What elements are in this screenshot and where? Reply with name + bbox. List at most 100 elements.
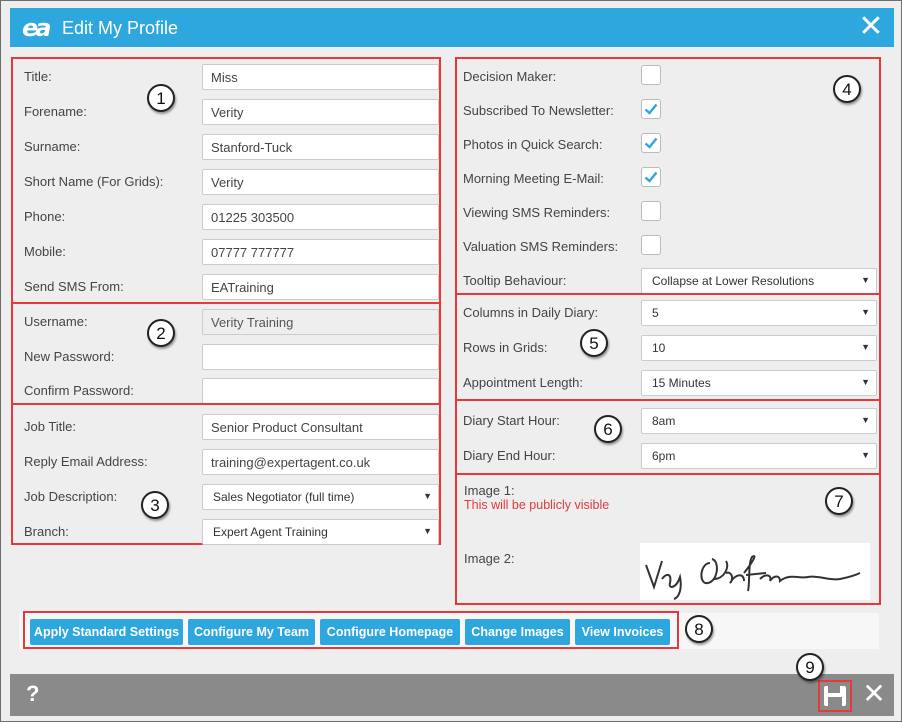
image1-label: Image 1:	[464, 483, 515, 498]
forename-field[interactable]	[202, 99, 439, 125]
chevron-down-icon: ▼	[861, 450, 870, 460]
chevron-down-icon: ▼	[861, 415, 870, 425]
configure-my-team-button[interactable]: Configure My Team	[188, 619, 315, 645]
mobile-field[interactable]	[202, 239, 439, 265]
new-password-field[interactable]	[202, 344, 439, 370]
checkmark-icon	[644, 103, 658, 115]
branch-select[interactable]: Expert Agent Training ▼	[202, 519, 439, 545]
title-field[interactable]	[202, 64, 439, 90]
reply-email-field[interactable]	[202, 449, 439, 475]
diary-panel: Diary Start Hour: 8am ▼ Diary End Hour: …	[455, 399, 881, 475]
checkmark-icon	[644, 171, 658, 183]
chevron-down-icon: ▼	[423, 491, 432, 501]
chevron-down-icon: ▼	[423, 526, 432, 536]
badge-5: 5	[580, 329, 608, 357]
chevron-down-icon: ▼	[861, 377, 870, 387]
job-title-label: Job Title:	[24, 419, 77, 434]
mobile-label: Mobile:	[24, 244, 66, 259]
image2-label: Image 2:	[464, 551, 515, 566]
newsletter-checkbox[interactable]	[641, 99, 661, 119]
image1-note: This will be publicly visible	[464, 498, 610, 512]
viewing-sms-label: Viewing SMS Reminders:	[463, 205, 611, 220]
diary-start-value: 8am	[652, 414, 676, 428]
appointment-length-select[interactable]: 15 Minutes ▼	[641, 370, 877, 396]
job-description-value: Sales Negotiator (full time)	[213, 490, 355, 504]
rows-grids-select[interactable]: 10 ▼	[641, 335, 877, 361]
diary-end-label: Diary End Hour:	[463, 448, 556, 463]
send-sms-from-field[interactable]	[202, 274, 439, 300]
photos-quick-search-label: Photos in Quick Search:	[463, 137, 603, 152]
reply-email-label: Reply Email Address:	[24, 454, 148, 469]
job-description-select[interactable]: Sales Negotiator (full time) ▼	[202, 484, 439, 510]
short-name-label: Short Name (For Grids):	[24, 174, 164, 189]
viewing-sms-checkbox[interactable]	[641, 201, 661, 221]
columns-diary-select[interactable]: 5 ▼	[641, 300, 877, 326]
personal-details-panel: Title: Forename: Surname: Short Name (Fo…	[11, 57, 441, 304]
diary-start-select[interactable]: 8am ▼	[641, 408, 877, 434]
badge-2: 2	[147, 319, 175, 347]
ea-logo: ea	[22, 14, 52, 42]
action-button-bar: Apply Standard Settings Configure My Tea…	[19, 611, 879, 649]
badge-8: 8	[685, 615, 713, 643]
badge-4: 4	[833, 75, 861, 103]
signature-drawing	[645, 555, 861, 600]
change-images-button[interactable]: Change Images	[465, 619, 570, 645]
appointment-length-label: Appointment Length:	[463, 375, 583, 390]
dialog-footer: ? ✕	[10, 674, 894, 716]
chevron-down-icon: ▼	[861, 275, 870, 285]
columns-diary-value: 5	[652, 306, 659, 320]
title-bar: ea Edit My Profile ✕	[10, 8, 894, 47]
tooltip-label: Tooltip Behaviour:	[463, 273, 567, 288]
rows-grids-value: 10	[652, 341, 666, 355]
grids-panel: Columns in Daily Diary: 5 ▼ Rows in Grid…	[455, 293, 881, 401]
diary-end-select[interactable]: 6pm ▼	[641, 443, 877, 469]
appointment-length-value: 15 Minutes	[652, 376, 711, 390]
chevron-down-icon: ▼	[861, 342, 870, 352]
new-password-label: New Password:	[24, 349, 115, 364]
morning-meeting-checkbox[interactable]	[641, 167, 661, 187]
valuation-sms-checkbox[interactable]	[641, 235, 661, 255]
floppy-disk-icon	[824, 686, 846, 706]
valuation-sms-label: Valuation SMS Reminders:	[463, 239, 619, 254]
newsletter-label: Subscribed To Newsletter:	[463, 103, 614, 118]
phone-field[interactable]	[202, 204, 439, 230]
rows-grids-label: Rows in Grids:	[463, 340, 548, 355]
preferences-panel: Decision Maker: Subscribed To Newsletter…	[455, 57, 881, 295]
confirm-password-label: Confirm Password:	[24, 383, 134, 398]
view-invoices-button[interactable]: View Invoices	[575, 619, 670, 645]
job-title-field[interactable]	[202, 414, 439, 440]
phone-label: Phone:	[24, 209, 66, 224]
edit-profile-dialog: ea Edit My Profile ✕ Title: Forename: Su…	[0, 0, 902, 722]
send-sms-from-label: Send SMS From:	[24, 279, 124, 294]
title-close-icon[interactable]: ✕	[856, 12, 886, 42]
decision-maker-label: Decision Maker:	[463, 69, 557, 84]
badge-9: 9	[796, 653, 824, 681]
save-button[interactable]	[818, 680, 852, 712]
username-label: Username:	[24, 314, 88, 329]
tooltip-value: Collapse at Lower Resolutions	[652, 274, 815, 288]
help-icon[interactable]: ?	[26, 681, 39, 707]
apply-standard-settings-button[interactable]: Apply Standard Settings	[30, 619, 183, 645]
tooltip-select[interactable]: Collapse at Lower Resolutions ▼	[641, 268, 877, 294]
short-name-field[interactable]	[202, 169, 439, 195]
branch-value: Expert Agent Training	[213, 525, 328, 539]
diary-start-label: Diary Start Hour:	[463, 413, 560, 428]
login-panel: Username: New Password: Confirm Password…	[11, 302, 441, 405]
morning-meeting-label: Morning Meeting E-Mail:	[463, 171, 604, 186]
close-icon[interactable]: ✕	[860, 679, 888, 709]
username-field	[202, 309, 439, 335]
images-panel: Image 1: This will be publicly visible I…	[455, 473, 881, 605]
confirm-password-field[interactable]	[202, 378, 439, 404]
branch-label: Branch:	[24, 524, 69, 539]
title-label: Title:	[24, 69, 52, 84]
signature-image[interactable]	[640, 543, 870, 600]
chevron-down-icon: ▼	[861, 307, 870, 317]
job-panel: Job Title: Reply Email Address: Job Desc…	[11, 403, 441, 545]
surname-label: Surname:	[24, 139, 81, 154]
surname-field[interactable]	[202, 134, 439, 160]
photos-quick-search-checkbox[interactable]	[641, 133, 661, 153]
configure-homepage-button[interactable]: Configure Homepage	[320, 619, 460, 645]
decision-maker-checkbox[interactable]	[641, 65, 661, 85]
checkmark-icon	[644, 137, 658, 149]
badge-1: 1	[147, 84, 175, 112]
